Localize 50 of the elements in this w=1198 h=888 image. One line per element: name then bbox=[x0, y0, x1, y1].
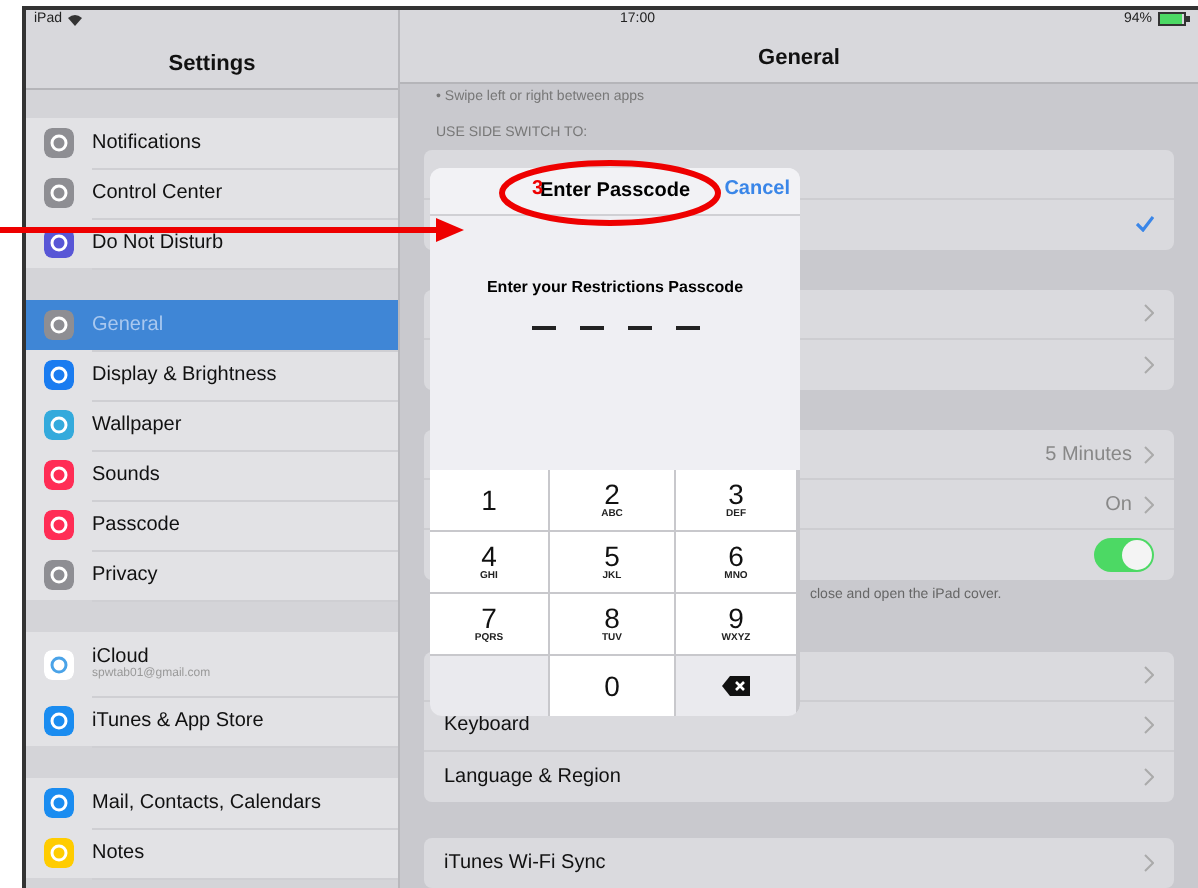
sidebar-item[interactable]: iTunes & App Store bbox=[26, 696, 398, 746]
item-label: Passcode bbox=[92, 513, 182, 535]
row-value: On bbox=[1105, 493, 1132, 516]
blank-key bbox=[430, 656, 548, 716]
row-value: 5 Minutes bbox=[1045, 443, 1132, 466]
sidebar-item[interactable]: Wallpaper bbox=[26, 400, 398, 450]
backspace-icon bbox=[722, 676, 750, 696]
sidebar-item[interactable]: Notes bbox=[26, 828, 398, 878]
chevron-icon bbox=[1144, 355, 1154, 374]
dialog-title: Enter Passcode bbox=[539, 180, 691, 202]
sidebar-item[interactable]: Privacy bbox=[26, 550, 398, 600]
row-label: iTunes Wi-Fi Sync bbox=[444, 852, 606, 875]
item-label: Wallpaper bbox=[92, 413, 184, 435]
sidebar-item[interactable]: Mail, Contacts, Calendars bbox=[26, 778, 398, 828]
passcode-prompt: Enter your Restrictions Passcode bbox=[484, 278, 746, 296]
chevron-icon bbox=[1144, 304, 1154, 323]
item-label: Notifications bbox=[92, 131, 203, 153]
chevron-icon bbox=[1144, 666, 1154, 685]
chevron-icon bbox=[1144, 445, 1154, 464]
sidebar-item[interactable]: Control Center bbox=[26, 168, 398, 218]
item-label: Mail, Contacts, Calendars bbox=[92, 791, 323, 813]
step-number: 3 bbox=[532, 178, 544, 200]
row-label: Language & Region bbox=[444, 765, 621, 788]
item-label: Notes bbox=[92, 841, 147, 863]
item-label: Do Not Disturb bbox=[92, 231, 226, 253]
keypad-key[interactable]: 1 bbox=[430, 470, 548, 530]
checkmark-icon bbox=[1136, 216, 1154, 233]
item-label: iCloud bbox=[92, 646, 149, 668]
sidebar-title: Settings bbox=[168, 52, 256, 76]
item-label: Control Center bbox=[92, 181, 225, 203]
battery-icon bbox=[1158, 12, 1190, 26]
item-label: Privacy bbox=[92, 563, 160, 585]
detail-title: General bbox=[758, 46, 840, 71]
wifi-icon bbox=[68, 13, 83, 25]
sidebar-item[interactable]: Notifications bbox=[26, 118, 398, 168]
sidebar-item[interactable]: Sounds bbox=[26, 450, 398, 500]
toggle-switch[interactable] bbox=[1094, 538, 1154, 573]
item-label: iTunes & App Store bbox=[92, 709, 266, 731]
chevron-icon bbox=[1144, 854, 1154, 873]
item-label: General bbox=[92, 313, 166, 335]
item-label: Sounds bbox=[92, 463, 162, 485]
keypad-key[interactable]: 0 bbox=[550, 656, 674, 716]
item-label: Display & Brightness bbox=[92, 363, 279, 385]
delete-key[interactable] bbox=[676, 656, 796, 716]
sidebar-item[interactable]: Passcode bbox=[26, 500, 398, 550]
row-label: Keyboard bbox=[444, 714, 530, 737]
chevron-icon bbox=[1144, 716, 1154, 735]
chevron-icon bbox=[1144, 767, 1154, 786]
sidebar-item[interactable]: Display & Brightness bbox=[26, 350, 398, 400]
chevron-icon bbox=[1144, 495, 1154, 514]
